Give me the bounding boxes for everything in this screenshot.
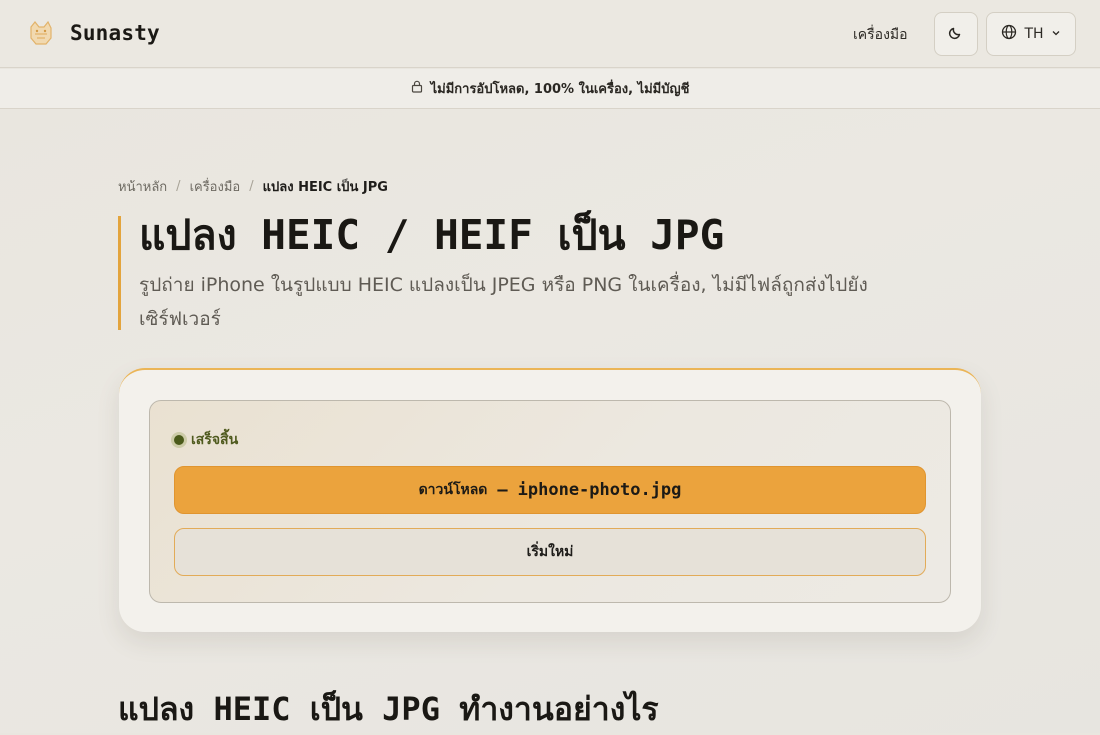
breadcrumb-current: แปลง HEIC เป็น JPG [262,180,388,195]
breadcrumb-home[interactable]: หน้าหลัก [118,176,167,197]
download-button[interactable]: ดาวน์โหลด — iphone-photo.jpg [174,466,926,514]
theme-toggle-button[interactable] [934,12,978,56]
download-separator: — [497,480,508,500]
lock-icon [411,80,423,97]
language-select[interactable]: TH [986,12,1076,56]
language-code: TH [1024,26,1044,42]
brand-link[interactable]: Sunasty [26,18,160,48]
main-content: หน้าหลัก / เครื่องมือ / แปลง HEIC เป็น J… [0,109,1100,733]
nav-link-tools[interactable]: เครื่องมือ [853,24,908,46]
converter-card: เสร็จสิ้น ดาวน์โหลด — iphone-photo.jpg เ… [119,368,981,632]
result-panel: เสร็จสิ้น ดาวน์โหลด — iphone-photo.jpg เ… [149,400,951,603]
restart-button[interactable]: เริ่มใหม่ [174,528,926,576]
privacy-notice-bar: ไม่มีการอัปโหลด, 100% ในเครื่อง, ไม่มีบั… [0,69,1100,109]
privacy-notice-text: ไม่มีการอัปโหลด, 100% ในเครื่อง, ไม่มีบั… [430,82,690,97]
moon-icon [948,24,964,44]
breadcrumb: หน้าหลัก / เครื่องมือ / แปลง HEIC เป็น J… [118,176,388,197]
breadcrumb-separator: / [249,179,254,194]
page-title: แปลง HEIC / HEIF เป็น JPG [139,211,725,259]
fox-logo-icon [26,18,56,48]
status-badge: เสร็จสิ้น [174,429,238,451]
globe-icon [1001,24,1017,44]
breadcrumb-separator: / [176,179,181,194]
status-dot [174,435,184,445]
top-nav-bar: Sunasty เครื่องมือ TH [0,0,1100,68]
chevron-down-icon [1051,26,1061,42]
download-filename: iphone-photo.jpg [517,480,682,500]
page-header: แปลง HEIC / HEIF เป็น JPG รูปถ่าย iPhone… [118,212,938,330]
brand-name: Sunasty [70,21,160,45]
status-text: เสร็จสิ้น [191,432,239,448]
breadcrumb-tools[interactable]: เครื่องมือ [190,176,241,197]
section-heading: แปลง HEIC เป็น JPG ทำงานอย่างไร [118,690,659,728]
download-label: ดาวน์โหลด [418,482,488,498]
page-subtitle: รูปถ่าย iPhone ในรูปแบบ HEIC แปลงเป็น JP… [139,274,868,330]
